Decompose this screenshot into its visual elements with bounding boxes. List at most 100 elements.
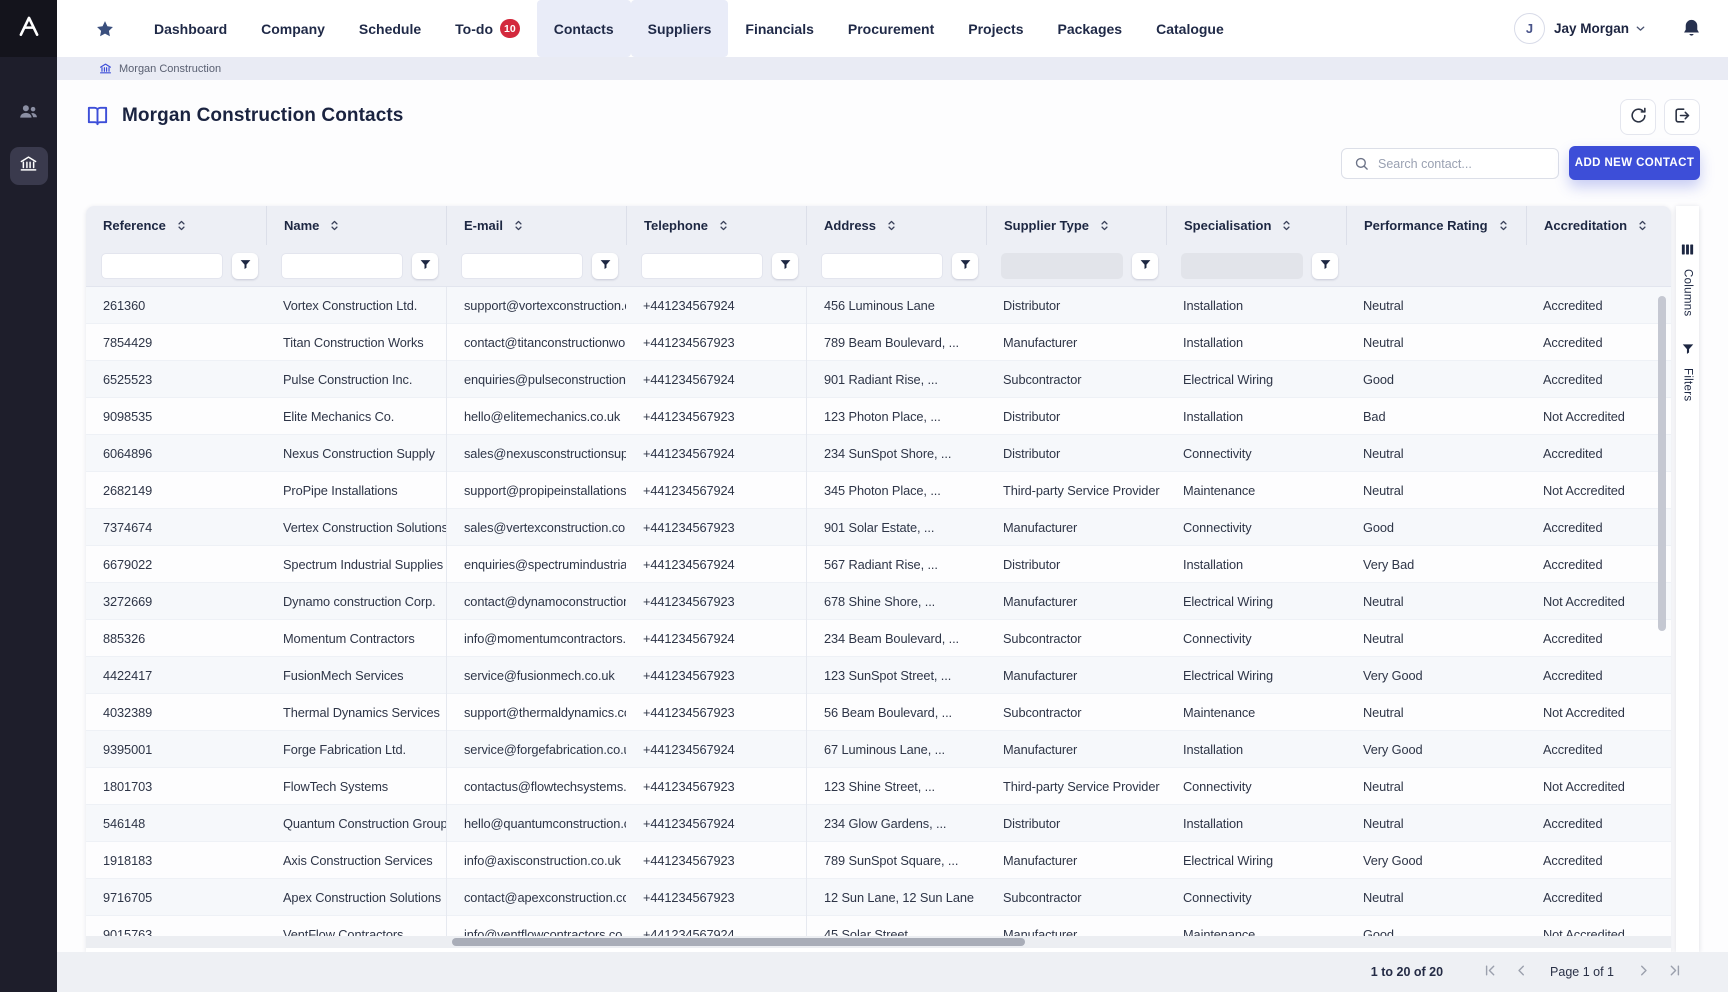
column-header-accreditation[interactable]: Accreditation — [1526, 206, 1671, 245]
favourites-star-icon[interactable] — [87, 19, 123, 39]
column-header-supplier-type[interactable]: Supplier Type — [986, 206, 1166, 245]
sort-icon[interactable] — [512, 219, 525, 232]
table-row[interactable]: 9395001Forge Fabrication Ltd.service@for… — [86, 731, 1671, 768]
cell-supplier-type: Manufacturer — [986, 842, 1166, 879]
filter-button-e-mail[interactable] — [592, 253, 618, 279]
nav-item-company[interactable]: Company — [244, 0, 342, 57]
export-button[interactable] — [1664, 99, 1700, 135]
cell-accreditation: Accredited — [1526, 879, 1671, 916]
cell-name: Dynamo construction Corp. — [266, 583, 446, 620]
first-page-button[interactable] — [1477, 959, 1503, 985]
next-page-button[interactable] — [1630, 959, 1656, 985]
sort-icon[interactable] — [885, 219, 898, 232]
filter-button-supplier-type[interactable] — [1132, 253, 1158, 279]
nav-item-projects[interactable]: Projects — [951, 0, 1040, 57]
cell-address: 456 Luminous Lane — [806, 287, 986, 324]
horizontal-scrollbar-thumb[interactable] — [452, 938, 1025, 946]
filter-select-specialisation[interactable] — [1181, 253, 1303, 279]
table-row[interactable]: 6064896Nexus Construction Supplysales@ne… — [86, 435, 1671, 472]
filter-cell-specialisation — [1166, 253, 1346, 279]
column-header-specialisation[interactable]: Specialisation — [1166, 206, 1346, 245]
cell-reference: 1801703 — [86, 768, 266, 805]
filter-input-name[interactable] — [281, 253, 403, 279]
nav-item-contacts[interactable]: Contacts — [537, 0, 631, 57]
nav-item-packages[interactable]: Packages — [1040, 0, 1139, 57]
search-input[interactable] — [1378, 157, 1558, 171]
cell-e-mail: sales@vertexconstruction.co.uk — [446, 509, 626, 546]
cell-address: 123 Photon Place, ... — [806, 398, 986, 435]
breadcrumb[interactable]: Morgan Construction — [57, 57, 1728, 80]
nav-item-schedule[interactable]: Schedule — [342, 0, 438, 57]
filter-button-telephone[interactable] — [772, 253, 798, 279]
sidebar-item-contacts[interactable] — [18, 101, 39, 127]
vertical-scrollbar-thumb[interactable] — [1658, 296, 1666, 631]
sort-icon[interactable] — [717, 219, 730, 232]
column-header-name[interactable]: Name — [266, 206, 446, 245]
sidebar-item-company[interactable] — [10, 147, 48, 185]
column-header-address[interactable]: Address — [806, 206, 986, 245]
column-header-telephone[interactable]: Telephone — [626, 206, 806, 245]
sort-icon[interactable] — [1098, 219, 1111, 232]
filter-input-telephone[interactable] — [641, 253, 763, 279]
nav-item-dashboard[interactable]: Dashboard — [137, 0, 244, 57]
sort-icon[interactable] — [1497, 219, 1510, 232]
horizontal-scrollbar[interactable] — [86, 936, 1671, 948]
avatar[interactable]: J — [1514, 13, 1545, 44]
nav-item-suppliers[interactable]: Suppliers — [631, 0, 729, 57]
table-row[interactable]: 546148Quantum Construction Group...hello… — [86, 805, 1671, 842]
filter-select-supplier-type[interactable] — [1001, 253, 1123, 279]
column-header-performance-rating[interactable]: Performance Rating — [1346, 206, 1526, 245]
cell-e-mail: contactus@flowtechsystems.co — [446, 768, 626, 805]
prev-page-button[interactable] — [1508, 959, 1534, 985]
filter-input-e-mail[interactable] — [461, 253, 583, 279]
table-row[interactable]: 4422417FusionMech Servicesservice@fusion… — [86, 657, 1671, 694]
nav-item-catalogue[interactable]: Catalogue — [1139, 0, 1241, 57]
filter-button-name[interactable] — [412, 253, 438, 279]
cell-accreditation: Not Accredited — [1526, 694, 1671, 731]
sort-icon[interactable] — [328, 219, 341, 232]
table-row[interactable]: 261360Vortex Construction Ltd.support@vo… — [86, 287, 1671, 324]
table-row[interactable]: 7854429Titan Construction Workscontact@t… — [86, 324, 1671, 361]
sort-icon[interactable] — [175, 219, 188, 232]
last-page-button[interactable] — [1661, 959, 1687, 985]
vertical-scrollbar[interactable] — [1658, 296, 1666, 936]
filter-cell-supplier-type — [986, 253, 1166, 279]
cell-specialisation: Electrical Wiring — [1166, 657, 1346, 694]
table-row[interactable]: 6679022Spectrum Industrial Suppliesenqui… — [86, 546, 1671, 583]
filter-button-reference[interactable] — [232, 253, 258, 279]
column-header-e-mail[interactable]: E-mail — [446, 206, 626, 245]
cell-accreditation: Not Accredited — [1526, 768, 1671, 805]
nav-item-label: Suppliers — [648, 21, 712, 37]
nav-item-to-do[interactable]: To-do10 — [438, 0, 537, 57]
add-new-contact-button[interactable]: ADD NEW CONTACT — [1569, 146, 1700, 180]
table-row[interactable]: 9716705Apex Construction Solutionscontac… — [86, 879, 1671, 916]
table-row[interactable]: 6525523Pulse Construction Inc.enquiries@… — [86, 361, 1671, 398]
sort-icon[interactable] — [1280, 219, 1293, 232]
sort-icon[interactable] — [1636, 219, 1649, 232]
table-row[interactable]: 4032389Thermal Dynamics Servicessupport@… — [86, 694, 1671, 731]
table-row[interactable]: 885326Momentum Contractorsinfo@momentumc… — [86, 620, 1671, 657]
table-row[interactable]: 7374674Vertex Construction Solutions...s… — [86, 509, 1671, 546]
table-row[interactable]: 1801703FlowTech Systemscontactus@flowtec… — [86, 768, 1671, 805]
table-row[interactable]: 1918183Axis Construction Servicesinfo@ax… — [86, 842, 1671, 879]
refresh-button[interactable] — [1620, 99, 1656, 135]
cell-supplier-type: Third-party Service Provider — [986, 768, 1166, 805]
filter-button-specialisation[interactable] — [1312, 253, 1338, 279]
table-row[interactable]: 9098535Elite Mechanics Co.hello@elitemec… — [86, 398, 1671, 435]
chevron-down-icon[interactable] — [1634, 22, 1647, 35]
app-logo[interactable] — [0, 0, 57, 57]
notifications-bell-icon[interactable] — [1681, 18, 1702, 39]
user-name[interactable]: Jay Morgan — [1554, 21, 1629, 36]
columns-panel-toggle[interactable]: Columns — [1680, 242, 1695, 316]
filter-button-address[interactable] — [952, 253, 978, 279]
table-row[interactable]: 3272669Dynamo construction Corp.contact@… — [86, 583, 1671, 620]
column-header-reference[interactable]: Reference — [86, 206, 266, 245]
filter-input-address[interactable] — [821, 253, 943, 279]
nav-item-procurement[interactable]: Procurement — [831, 0, 951, 57]
cell-supplier-type: Subcontractor — [986, 879, 1166, 916]
filter-input-reference[interactable] — [101, 253, 223, 279]
filters-panel-toggle[interactable]: Filters — [1681, 342, 1695, 401]
cell-accreditation: Accredited — [1526, 287, 1671, 324]
nav-item-financials[interactable]: Financials — [728, 0, 830, 57]
table-row[interactable]: 2682149ProPipe Installationssupport@prop… — [86, 472, 1671, 509]
